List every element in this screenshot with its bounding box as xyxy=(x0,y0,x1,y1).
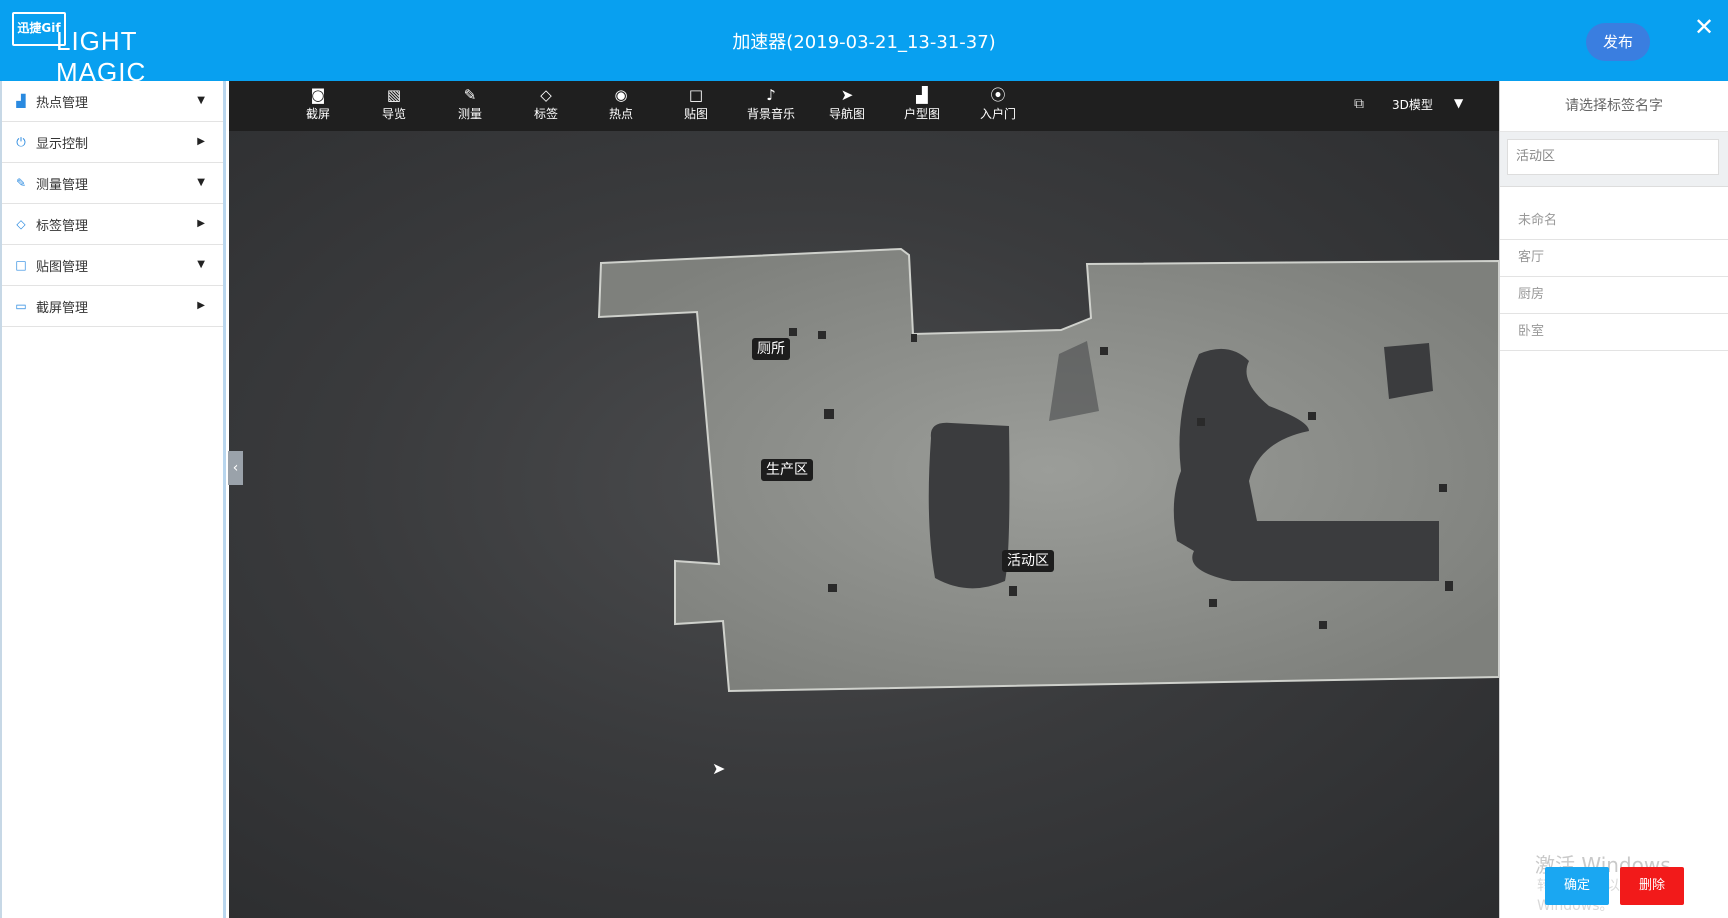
chevron-down-icon[interactable]: ▼ xyxy=(1454,96,1463,110)
tag-name-options: 未命名 客厅 厨房 卧室 xyxy=(1500,203,1728,351)
sidebar-item-label: 贴图管理 xyxy=(36,259,89,275)
chevron-down-icon: ▼ xyxy=(197,259,205,270)
tool-tour[interactable]: ▧ 导览 xyxy=(356,85,432,129)
tool-floorplan[interactable]: ▟ 户型图 xyxy=(884,85,960,129)
view-switch-icon[interactable]: ⧉ xyxy=(1354,96,1364,112)
sidebar-item-label: 显示控制 xyxy=(36,136,89,152)
tool-label: 入户门 xyxy=(979,107,1016,121)
sidebar-item-display[interactable]: ⏻ 显示控制 ▶ xyxy=(2,122,223,163)
tool-label: 热点 xyxy=(608,107,633,121)
panel-title: 请选择标签名字 xyxy=(1500,81,1728,132)
chart-icon: ▟ xyxy=(16,94,26,108)
square-icon: □ xyxy=(15,258,27,272)
sidebar-item-label: 标签管理 xyxy=(36,218,89,234)
chevron-right-icon: ▶ xyxy=(197,218,205,229)
confirm-button[interactable]: 确定 xyxy=(1545,867,1609,905)
tool-label: 测量 xyxy=(457,107,482,121)
tool-tag[interactable]: ◇ 标签 xyxy=(508,85,584,129)
tag-option[interactable]: 未命名 xyxy=(1500,203,1728,240)
tool-label: 导航图 xyxy=(828,107,865,121)
floor-mesh[interactable] xyxy=(597,247,1499,693)
sidebar-item-label: 截屏管理 xyxy=(36,300,89,316)
top-toolbar: ◙ 截屏 ▧ 导览 ✎ 测量 ◇ 标签 ◉ 热点 □ 贴图 ♪ 背景音乐 ➤ 导 xyxy=(229,81,1499,131)
page-title: 加速器(2019-03-21_13-31-37) xyxy=(732,32,996,53)
publish-button[interactable]: 发布 xyxy=(1586,23,1650,61)
tool-label: 户型图 xyxy=(903,107,940,121)
tool-screenshot[interactable]: ◙ 截屏 xyxy=(280,85,356,129)
tool-label: 贴图 xyxy=(683,107,708,121)
location-pin-icon: ⦿ xyxy=(990,86,1006,104)
tag-name-input-wrap: 活动区 xyxy=(1500,132,1728,187)
view-mode-select[interactable]: 3D模型 xyxy=(1392,96,1433,113)
camera-icon: ◙ xyxy=(310,86,326,104)
sidebar-item-stickers[interactable]: □ 贴图管理 ▼ xyxy=(2,245,223,286)
tool-sticker[interactable]: □ 贴图 xyxy=(658,85,734,129)
sidebar-item-screenshots[interactable]: ▭ 截屏管理 ▶ xyxy=(2,286,223,327)
square-icon: □ xyxy=(688,86,704,104)
power-icon: ⏻ xyxy=(16,134,26,149)
tag-option[interactable]: 客厅 xyxy=(1500,240,1728,277)
tool-entrance[interactable]: ⦿ 入户门 xyxy=(960,85,1036,129)
chevron-right-icon: ▶ xyxy=(197,300,205,311)
app-header: 迅捷Gif LIGHT MAGIC 加速器(2019-03-21_13-31-3… xyxy=(0,0,1728,87)
tool-label: 背景音乐 xyxy=(746,107,795,121)
dark-region xyxy=(928,422,1010,589)
sidebar-collapse-button[interactable]: ‹ xyxy=(228,451,243,485)
sidebar-item-hotspot[interactable]: ▟ 热点管理 ▼ xyxy=(2,81,223,122)
tag-icon: ◇ xyxy=(16,217,26,231)
dark-region xyxy=(1384,343,1433,399)
screenshot-icon: ▭ xyxy=(15,299,27,313)
tag-icon: ◇ xyxy=(540,86,552,104)
tool-label: 截屏 xyxy=(305,107,330,121)
close-icon[interactable]: ✕ xyxy=(1694,14,1714,40)
music-icon: ♪ xyxy=(766,86,776,104)
target-icon: ◉ xyxy=(614,86,628,104)
tool-hotspot[interactable]: ◉ 热点 xyxy=(583,85,659,129)
tool-bgm[interactable]: ♪ 背景音乐 xyxy=(733,85,809,129)
tool-label: 导览 xyxy=(381,107,406,121)
sidebar-item-label: 测量管理 xyxy=(36,177,89,193)
tag-name-input[interactable]: 活动区 xyxy=(1507,139,1719,175)
room-label-activity[interactable]: 活动区 xyxy=(1002,550,1054,572)
floorplan-model[interactable] xyxy=(229,81,1499,918)
sidebar-item-tags[interactable]: ◇ 标签管理 ▶ xyxy=(2,204,223,245)
sidebar: ▟ 热点管理 ▼ ⏻ 显示控制 ▶ ✎ 测量管理 ▼ ◇ 标签管理 ▶ □ 贴图… xyxy=(0,81,226,918)
room-label-toilet[interactable]: 厕所 xyxy=(752,338,790,360)
sidebar-item-measure[interactable]: ✎ 测量管理 ▼ xyxy=(2,163,223,204)
tag-name-panel: 请选择标签名字 活动区 未命名 客厅 厨房 卧室 激活 Windows 转到"设… xyxy=(1499,81,1728,918)
delete-button[interactable]: 删除 xyxy=(1620,867,1684,905)
tag-option[interactable]: 厨房 xyxy=(1500,277,1728,314)
mouse-cursor-icon: ➤ xyxy=(712,759,726,778)
floorplan-icon: ▟ xyxy=(916,86,928,104)
tool-measure[interactable]: ✎ 测量 xyxy=(432,85,508,129)
model-viewport[interactable]: 厕所 生产区 活动区 ➤ ◙ 截屏 ▧ 导览 ✎ 测量 ◇ 标签 ◉ 热点 □ … xyxy=(229,81,1499,918)
chevron-down-icon: ▼ xyxy=(197,95,205,106)
tool-navmap[interactable]: ➤ 导航图 xyxy=(809,85,885,129)
pencil-icon: ✎ xyxy=(463,86,477,104)
navigation-icon: ➤ xyxy=(840,86,854,104)
ruler-icon: ✎ xyxy=(15,176,27,190)
sidebar-item-label: 热点管理 xyxy=(36,95,89,111)
room-label-production[interactable]: 生产区 xyxy=(761,459,813,481)
chevron-right-icon: ▶ xyxy=(197,136,205,147)
image-icon: ▧ xyxy=(386,86,402,104)
tag-option[interactable]: 卧室 xyxy=(1500,314,1728,351)
chevron-down-icon: ▼ xyxy=(197,177,205,188)
tool-label: 标签 xyxy=(533,107,558,121)
